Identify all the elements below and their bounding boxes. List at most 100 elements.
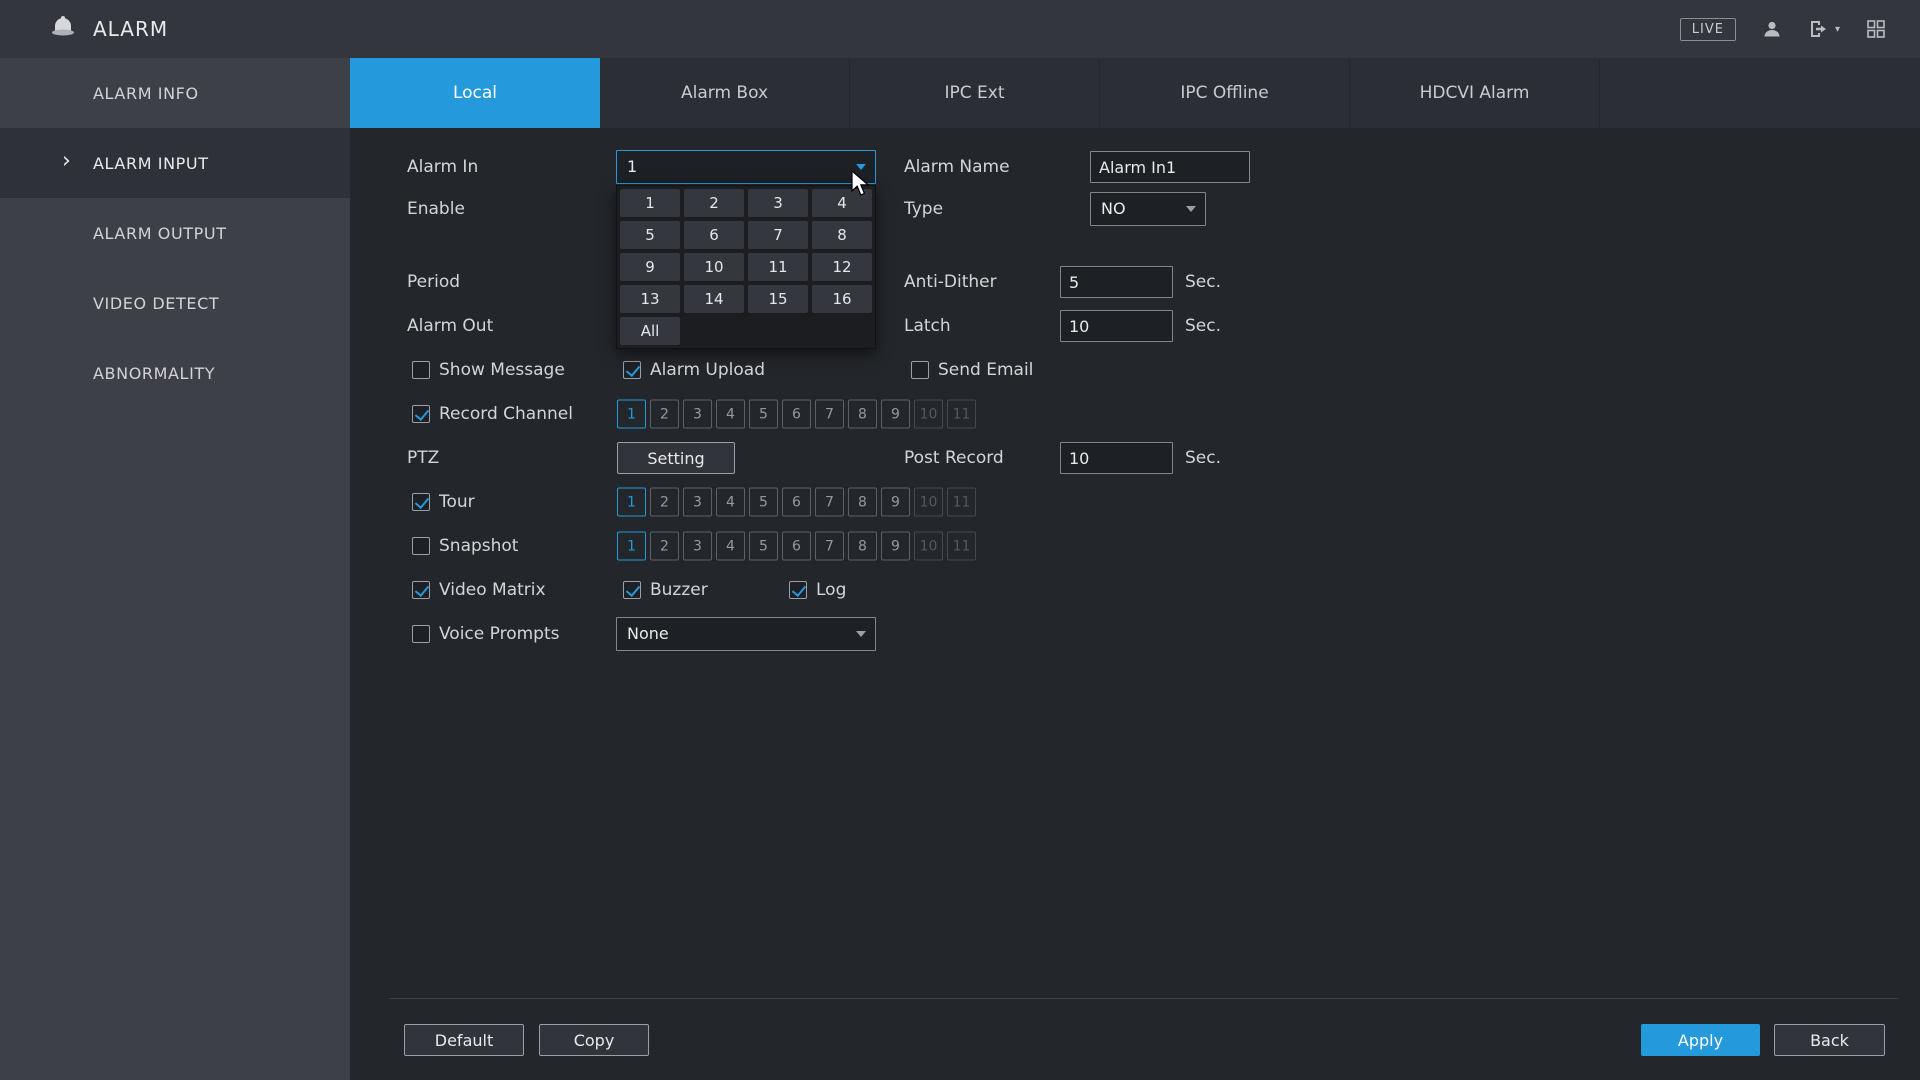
alarm-upload-checkbox[interactable]: Alarm Upload <box>623 360 765 380</box>
alarm-in-option-5[interactable]: 5 <box>620 221 680 249</box>
channel-1-button[interactable]: 1 <box>617 400 646 429</box>
channel-10-button[interactable]: 10 <box>914 400 943 429</box>
alarm-in-option-6[interactable]: 6 <box>684 221 744 249</box>
channel-5-button[interactable]: 5 <box>749 400 778 429</box>
alarm-in-option-1[interactable]: 1 <box>620 189 680 217</box>
row-ptz-postrecord: PTZ Setting Post Record Sec. <box>350 436 1920 480</box>
channel-8-button[interactable]: 8 <box>848 532 877 561</box>
chevron-down-icon: ▾ <box>1835 24 1840 35</box>
type-dropdown[interactable]: NO <box>1090 192 1206 226</box>
channel-5-button[interactable]: 5 <box>749 488 778 517</box>
checkbox-icon <box>789 581 807 599</box>
alarm-in-option-16[interactable]: 16 <box>812 285 872 313</box>
anti-dither-unit: Sec. <box>1185 272 1221 292</box>
anti-dither-input[interactable] <box>1060 266 1173 298</box>
alarm-in-option-all[interactable]: All <box>620 317 680 345</box>
alarm-in-option-14[interactable]: 14 <box>684 285 744 313</box>
local-tab-panel: Alarm In 1 Alarm Name Enable Type NO Per… <box>350 128 1920 1080</box>
channel-3-button[interactable]: 3 <box>683 488 712 517</box>
channel-8-button[interactable]: 8 <box>848 488 877 517</box>
alarm-in-option-10[interactable]: 10 <box>684 253 744 281</box>
channel-2-button[interactable]: 2 <box>650 488 679 517</box>
alarm-in-option-4[interactable]: 4 <box>812 189 872 217</box>
sidebar-item-alarm-input[interactable]: ›ALARM INPUT <box>0 128 350 198</box>
alarm-in-option-13[interactable]: 13 <box>620 285 680 313</box>
channel-1-button[interactable]: 1 <box>617 532 646 561</box>
channel-6-button[interactable]: 6 <box>782 488 811 517</box>
alarm-in-option-11[interactable]: 11 <box>748 253 808 281</box>
channel-2-button[interactable]: 2 <box>650 400 679 429</box>
channel-3-button[interactable]: 3 <box>683 400 712 429</box>
ptz-label: PTZ <box>407 448 439 468</box>
row-voice-prompts: Voice Prompts None <box>350 612 1920 656</box>
alarm-in-option-8[interactable]: 8 <box>812 221 872 249</box>
channel-2-button[interactable]: 2 <box>650 532 679 561</box>
sidebar-item-alarm-output[interactable]: ALARM OUTPUT <box>0 198 350 268</box>
tab-alarm-box[interactable]: Alarm Box <box>600 58 850 128</box>
sidebar-item-abnormality[interactable]: ABNORMALITY <box>0 338 350 408</box>
tour-checkbox[interactable]: Tour <box>412 492 475 512</box>
channel-9-button[interactable]: 9 <box>881 400 910 429</box>
channel-4-button[interactable]: 4 <box>716 400 745 429</box>
default-button[interactable]: Default <box>404 1024 524 1056</box>
split-screen-icon[interactable] <box>1866 19 1886 39</box>
tab-ipc-offline[interactable]: IPC Offline <box>1100 58 1350 128</box>
alarm-name-input[interactable] <box>1090 151 1250 183</box>
alarm-in-option-7[interactable]: 7 <box>748 221 808 249</box>
channel-6-button[interactable]: 6 <box>782 532 811 561</box>
channel-4-button[interactable]: 4 <box>716 488 745 517</box>
ptz-setting-button[interactable]: Setting <box>617 442 735 474</box>
channel-5-button[interactable]: 5 <box>749 532 778 561</box>
tab-hdcvi-alarm[interactable]: HDCVI Alarm <box>1350 58 1600 128</box>
tour-label: Tour <box>439 492 475 512</box>
send-email-label: Send Email <box>938 360 1033 380</box>
channel-11-button[interactable]: 11 <box>947 488 976 517</box>
voice-prompts-dropdown[interactable]: None <box>616 617 876 651</box>
buzzer-checkbox[interactable]: Buzzer <box>623 580 708 600</box>
channel-7-button[interactable]: 7 <box>815 400 844 429</box>
user-icon[interactable] <box>1762 19 1782 39</box>
channel-7-button[interactable]: 7 <box>815 488 844 517</box>
send-email-checkbox[interactable]: Send Email <box>911 360 1033 380</box>
live-button[interactable]: LIVE <box>1680 18 1736 41</box>
tab-local[interactable]: Local <box>350 58 600 128</box>
latch-input[interactable] <box>1060 310 1173 342</box>
channel-11-button[interactable]: 11 <box>947 532 976 561</box>
channel-9-button[interactable]: 9 <box>881 488 910 517</box>
channel-3-button[interactable]: 3 <box>683 532 712 561</box>
alarm-in-option-9[interactable]: 9 <box>620 253 680 281</box>
sidebar-item-video-detect[interactable]: VIDEO DETECT <box>0 268 350 338</box>
alarm-in-dropdown[interactable]: 1 <box>616 150 876 184</box>
type-label: Type <box>904 199 943 219</box>
sidebar-item-alarm-info[interactable]: ALARM INFO <box>0 58 350 128</box>
channel-7-button[interactable]: 7 <box>815 532 844 561</box>
channel-11-button[interactable]: 11 <box>947 400 976 429</box>
channel-1-button[interactable]: 1 <box>617 488 646 517</box>
snapshot-label: Snapshot <box>439 536 518 556</box>
post-record-input[interactable] <box>1060 442 1173 474</box>
snapshot-checkbox[interactable]: Snapshot <box>412 536 518 556</box>
apply-button[interactable]: Apply <box>1641 1024 1760 1056</box>
alarm-in-option-3[interactable]: 3 <box>748 189 808 217</box>
tab-ipc-ext[interactable]: IPC Ext <box>850 58 1100 128</box>
alarm-in-option-2[interactable]: 2 <box>684 189 744 217</box>
alarm-in-option-15[interactable]: 15 <box>748 285 808 313</box>
channel-6-button[interactable]: 6 <box>782 400 811 429</box>
show-message-checkbox[interactable]: Show Message <box>412 360 565 380</box>
copy-button[interactable]: Copy <box>539 1024 649 1056</box>
top-bar-right: LIVE ▾ <box>1680 18 1886 41</box>
channel-9-button[interactable]: 9 <box>881 532 910 561</box>
tour-channel-buttons: 1234567891011 <box>617 488 976 517</box>
channel-10-button[interactable]: 10 <box>914 532 943 561</box>
back-button[interactable]: Back <box>1774 1024 1885 1056</box>
channel-4-button[interactable]: 4 <box>716 532 745 561</box>
video-matrix-checkbox[interactable]: Video Matrix <box>412 580 546 600</box>
channel-8-button[interactable]: 8 <box>848 400 877 429</box>
voice-prompts-checkbox[interactable]: Voice Prompts <box>412 624 560 644</box>
channel-10-button[interactable]: 10 <box>914 488 943 517</box>
log-checkbox[interactable]: Log <box>789 580 846 600</box>
alarm-in-option-12[interactable]: 12 <box>812 253 872 281</box>
record-channel-label: Record Channel <box>439 404 573 424</box>
record-channel-checkbox[interactable]: Record Channel <box>412 404 573 424</box>
logout-icon[interactable]: ▾ <box>1808 19 1840 39</box>
